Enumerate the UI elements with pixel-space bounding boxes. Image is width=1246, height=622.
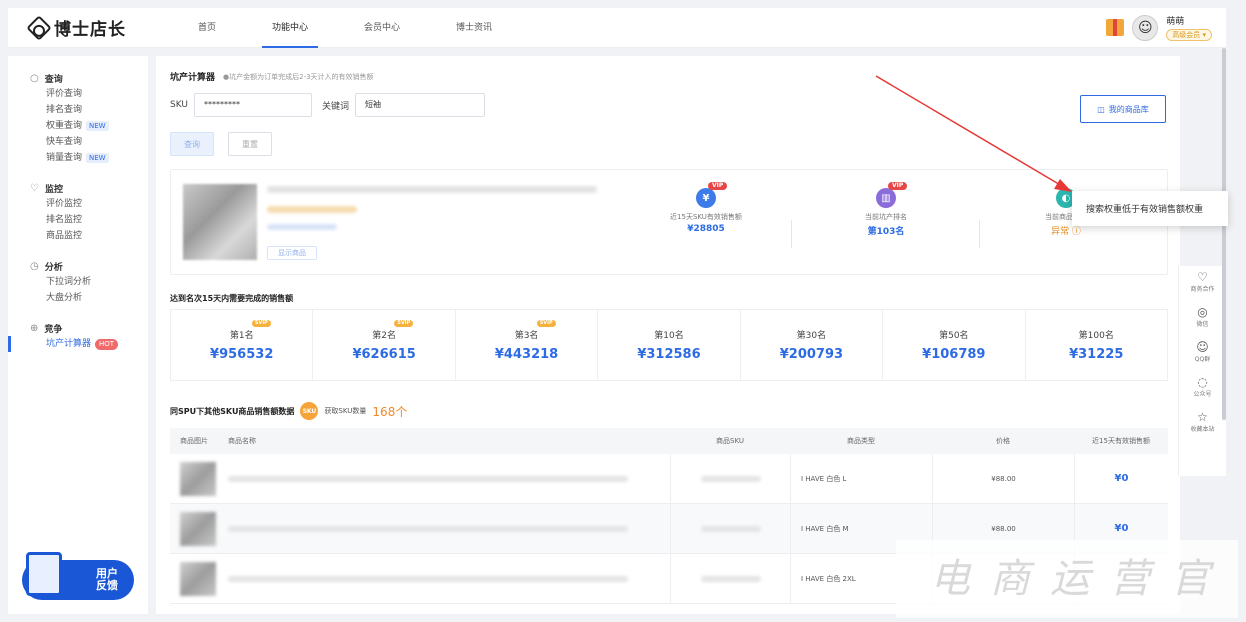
status-tooltip: 搜索权重低于有效销售额权重	[1072, 191, 1228, 226]
annotation-arrow	[875, 75, 1072, 192]
watermark: 电商运营官	[896, 540, 1238, 618]
